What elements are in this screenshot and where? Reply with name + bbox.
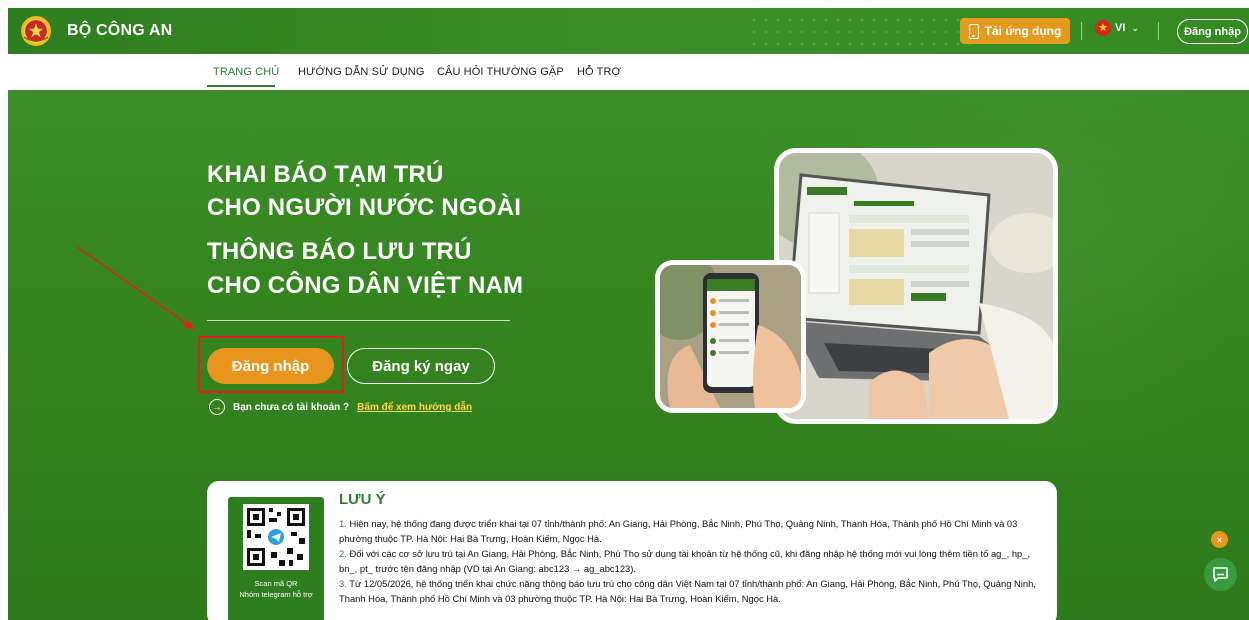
header-login-label: Đăng nhập: [1184, 25, 1241, 38]
chat-bubble-icon: [1213, 567, 1228, 582]
notice-item-text: Từ 12/05/2026, hệ thống triển khai chức …: [339, 578, 1036, 604]
hero-title-line2: CHO NGƯỜI NƯỚC NGOÀI: [207, 194, 522, 221]
hero-divider: [207, 320, 510, 321]
laptop-image: [779, 153, 1053, 419]
nav-item-faq[interactable]: CÂU HỎI THƯỜNG GẶP: [437, 66, 564, 78]
notice-item-text: Đối với các cơ sở lưu trú tại An Giang, …: [339, 548, 1031, 574]
chevron-down-icon: ⌄: [1131, 22, 1139, 33]
notice-item: 1. Hiện nay, hệ thống đang được triển kh…: [339, 516, 1039, 546]
hero-title-line1: KHAI BÁO TẠM TRÚ: [207, 161, 444, 188]
notice-card: Scan mã QR Nhóm telegram hỗ trợ LƯU Ý 1.…: [207, 481, 1057, 620]
telegram-qr-box[interactable]: Scan mã QR Nhóm telegram hỗ trợ: [228, 497, 324, 620]
nav-item-home[interactable]: TRANG CHỦ: [213, 66, 279, 78]
hero-section: KHAI BÁO TẠM TRÚ CHO NGƯỜI NƯỚC NGOÀI TH…: [8, 90, 1249, 620]
header-login-button[interactable]: Đăng nhập: [1177, 19, 1248, 44]
phone-image: [660, 265, 801, 408]
chat-button[interactable]: [1204, 558, 1237, 591]
hero-title-line4: CHO CÔNG DÂN VIỆT NAM: [207, 272, 524, 299]
qr-caption: Scan mã QR Nhóm telegram hỗ trợ: [230, 578, 322, 600]
notice-item: 3. Từ 12/05/2026, hệ thống triển khai ch…: [339, 576, 1039, 606]
notice-item-number: 1.: [339, 518, 347, 529]
notice-item-text: Hiện nay, hệ thống đang được triển khai …: [339, 518, 1018, 544]
language-selector[interactable]: ★ VI ⌄: [1095, 20, 1139, 36]
header-separator: [1158, 22, 1159, 40]
main-nav: TRANG CHỦ HƯỚNG DẪN SỬ DỤNG CÂU HỎI THƯỜ…: [0, 54, 1249, 90]
nav-item-support[interactable]: HỖ TRỢ: [577, 66, 621, 78]
arrow-right-circle-icon: →: [209, 399, 225, 415]
language-code: VI: [1115, 22, 1126, 34]
guide-link[interactable]: Bấm để xem hướng dẫn: [357, 402, 472, 413]
brand-title[interactable]: BỘ CÔNG AN: [67, 22, 172, 40]
download-app-button[interactable]: Tải ứng dụng: [960, 18, 1070, 44]
notice-title: LƯU Ý: [339, 491, 386, 508]
download-app-label: Tải ứng dụng: [984, 24, 1062, 38]
signup-hint: → Bạn chưa có tài khoản ? Bấm để xem hướ…: [209, 399, 472, 415]
laptop-illustration: [774, 148, 1058, 424]
header-dot-pattern: [748, 14, 978, 50]
top-header: BỘ CÔNG AN Tải ứng dụng ★ VI ⌄ Đăng nhập: [8, 8, 1249, 54]
phone-icon: [968, 23, 979, 39]
close-icon: ×: [1216, 534, 1223, 545]
qr-caption-line1: Scan mã QR: [254, 579, 298, 588]
qr-caption-line2: Nhóm telegram hỗ trợ: [239, 590, 313, 599]
phone-illustration: [655, 260, 806, 413]
qr-code-image: [243, 504, 309, 570]
close-chat-badge[interactable]: ×: [1211, 531, 1228, 548]
notice-item: 2. Đối với các cơ sở lưu trú tại An Gian…: [339, 546, 1039, 576]
hint-text: Bạn chưa có tài khoản ?: [233, 401, 350, 413]
nav-item-guide[interactable]: HƯỚNG DẪN SỬ DỤNG: [298, 66, 424, 78]
hero-title-line3: THÔNG BÁO LƯU TRÚ: [207, 238, 472, 265]
login-highlight-box: [198, 336, 344, 393]
page: BỘ CÔNG AN Tải ứng dụng ★ VI ⌄ Đăng nhập…: [0, 0, 1249, 620]
notice-item-number: 3.: [339, 578, 347, 589]
notice-item-number: 2.: [339, 548, 347, 559]
vietnam-flag-icon: ★: [1095, 20, 1111, 36]
police-emblem-logo[interactable]: [20, 15, 52, 47]
nav-active-underline: [207, 85, 275, 87]
register-button-label: Đăng ký ngay: [372, 357, 470, 375]
notice-body: 1. Hiện nay, hệ thống đang được triển kh…: [339, 516, 1039, 606]
register-button[interactable]: Đăng ký ngay: [347, 348, 495, 384]
header-separator: [1081, 22, 1082, 40]
